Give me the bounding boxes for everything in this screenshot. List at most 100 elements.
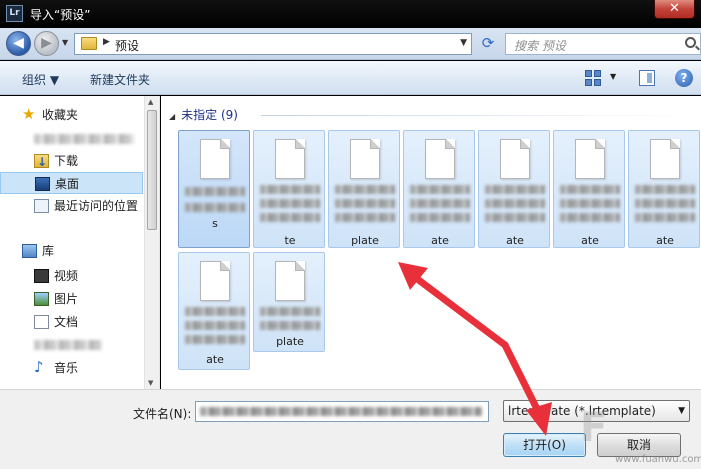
redacted-filename [410,185,470,194]
sidebar-item-libraries[interactable]: 库 [0,240,143,262]
scrollbar-thumb[interactable] [147,110,157,230]
open-button[interactable]: 打开(O) [503,433,586,457]
search-input[interactable]: 搜索 预设 [514,37,566,54]
search-box[interactable]: 搜索 预设 [505,33,701,55]
redacted-sidebar-item[interactable] [34,340,102,350]
sidebar-item-music[interactable]: ♪ 音乐 [0,357,143,379]
redacted-filename [560,213,620,222]
window-title: 导入“预设” [30,8,91,22]
redacted-filename [185,335,245,344]
search-icon[interactable] [685,37,696,48]
file-name-tail: ate [656,234,674,247]
sidebar-item-downloads[interactable]: 下载 [0,150,143,173]
file-tile[interactable]: te [253,130,325,248]
file-name-tail: s [212,217,218,230]
file-tile[interactable]: plate [253,252,325,352]
back-button[interactable]: ◀ [6,31,31,56]
redacted-filename [560,199,620,208]
cancel-button[interactable]: 取消 [597,433,681,457]
file-name-tail: ate [206,353,224,366]
preview-pane-icon[interactable] [639,70,655,86]
redacted-filename [260,307,320,316]
file-tile[interactable]: ate [478,130,550,248]
chevron-down-icon[interactable]: ▼ [678,401,685,421]
redacted-filename [485,213,545,222]
lightroom-app-icon: Lr [6,5,23,22]
redacted-filename [260,185,320,194]
file-type-value: lrtemplate (*.lrtemplate) [508,404,656,418]
redacted-filename [185,321,245,330]
template-file-icon [575,139,605,179]
sidebar-item-pictures[interactable]: 图片 [0,288,143,310]
redacted-filename [185,187,245,196]
breadcrumb-current[interactable]: 预设 [115,37,139,54]
view-dropdown-icon[interactable]: ▼ [610,72,616,81]
collapse-triangle-icon[interactable]: ◢ [169,112,175,121]
view-mode-icon[interactable] [585,70,601,86]
navigation-scrollbar[interactable]: ▲ ▼ [144,96,159,389]
pictures-library-icon [34,292,49,306]
template-file-icon [425,139,455,179]
redacted-filename [410,199,470,208]
history-dropdown-icon[interactable]: ▼ [62,38,68,47]
sidebar-item-desktop[interactable]: 桌面 [0,172,143,194]
redacted-sidebar-item[interactable] [34,134,134,144]
file-type-select[interactable]: lrtemplate (*.lrtemplate) ▼ [503,400,690,422]
group-header[interactable]: ◢ 未指定 (9) [169,106,238,123]
forward-button[interactable]: ▶ [34,31,59,56]
template-file-icon [275,261,305,301]
scroll-down-icon[interactable]: ▼ [148,379,153,387]
redacted-filename [635,199,695,208]
file-tile[interactable]: ate [178,252,250,370]
file-tile[interactable]: ate [553,130,625,248]
navigation-pane: ★ 收藏夹 下载 桌面 最近访问的位置 库 视频 图片 文档 ♪ 音乐 ▲ ▼ [0,96,160,389]
close-button[interactable]: ✕ [654,0,695,19]
library-icon [22,244,37,258]
group-divider [261,115,691,116]
new-folder-button[interactable]: 新建文件夹 [90,71,150,88]
template-file-icon [650,139,680,179]
breadcrumb-separator-icon[interactable]: ▶ [103,37,110,47]
file-name-tail: ate [506,234,524,247]
documents-library-icon [34,315,49,329]
sidebar-item-label: 下载 [54,154,79,168]
sidebar-item-videos[interactable]: 视频 [0,265,143,287]
sidebar-item-label: 最近访问的位置 [54,199,139,213]
redacted-filename [335,185,395,194]
recent-places-icon [34,199,49,213]
file-name-tail: plate [276,335,304,348]
file-tile[interactable]: s [178,130,250,248]
template-file-icon [500,139,530,179]
sidebar-item-documents[interactable]: 文档 [0,311,143,333]
star-icon: ★ [22,105,36,123]
redacted-filename [485,199,545,208]
dialog-footer: 文件名(N): lrtemplate (*.lrtemplate) ▼ 打开(O… [0,389,701,469]
file-tile[interactable]: ate [628,130,700,248]
file-name-tail: ate [431,234,449,247]
sidebar-item-favorites[interactable]: ★ 收藏夹 [0,104,143,126]
folder-icon [81,37,97,50]
redacted-filename [335,213,395,222]
file-name-tail: te [284,234,296,247]
desktop-icon [35,177,50,191]
template-file-icon [200,139,230,179]
file-name-tail: ate [581,234,599,247]
redacted-filename [335,199,395,208]
redacted-filename [260,213,320,222]
address-bar[interactable]: ▶ 预设 ▼ [74,33,472,55]
filename-input[interactable] [195,401,489,422]
sidebar-item-label: 桌面 [55,177,80,191]
file-tile[interactable]: ate [403,130,475,248]
organize-menu-button[interactable]: 组织 ▼ [22,71,59,88]
template-file-icon [200,261,230,301]
sidebar-item-recent[interactable]: 最近访问的位置 [0,195,143,217]
music-note-icon: ♪ [34,358,44,376]
scroll-up-icon[interactable]: ▲ [148,98,153,106]
redacted-filename [635,185,695,194]
address-dropdown-icon[interactable]: ▼ [460,38,467,48]
template-file-icon [275,139,305,179]
command-toolbar: 组织 ▼ 新建文件夹 ▼ ? [0,61,701,95]
file-tile[interactable]: plate [328,130,400,248]
help-icon[interactable]: ? [675,69,693,87]
refresh-icon[interactable]: ⟳ [476,34,500,55]
